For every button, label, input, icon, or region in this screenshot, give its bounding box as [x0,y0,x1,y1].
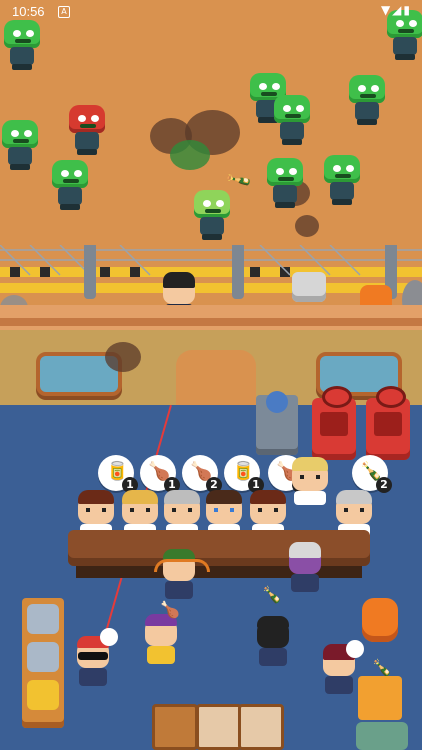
progress-timer-icon [346,640,364,658]
drumstick-grill-machine[interactable] [312,386,356,460]
status-bar: 10:56 A ▼◢▮ [0,0,422,24]
smoke-cloud [105,342,141,372]
soda-can-icon [27,642,59,672]
soda-machine[interactable] [256,391,298,455]
zombie[interactable] [322,155,362,207]
order-bubble: 🥫 1 [98,455,138,493]
clock: 10:56 [12,4,45,19]
egg-crate[interactable] [196,704,242,750]
order-bubble: 🍗 2 [182,455,222,493]
zombie-hooded[interactable] [67,105,107,157]
bottle-icon: 🍾 [262,585,282,604]
order-bubble: 🍗 1 [140,455,180,493]
customer[interactable] [288,455,332,505]
wall-edge [0,318,422,326]
shop-wall [0,330,422,405]
worker-chef[interactable] [284,538,326,594]
zombie[interactable] [265,158,305,210]
zombie[interactable] [2,20,42,72]
zombie[interactable] [347,75,387,127]
bottle-icon: 🍾 [372,658,392,677]
notification-icon: A [58,6,70,18]
battery-icon [27,680,59,710]
soda-shelf[interactable] [22,598,64,728]
zombie-exploding[interactable] [192,190,232,242]
sandbag-barrel [292,272,326,302]
smoke-cloud [295,215,319,237]
bottle-crate[interactable] [358,676,402,720]
drumstick-grill-machine[interactable] [366,386,410,460]
drumstick-icon: 🍗 [160,600,180,619]
fuel-barrel[interactable] [362,598,398,642]
system-icons: ▼◢▮ [380,3,412,17]
egg-crate[interactable] [238,704,284,750]
zombie[interactable] [0,120,40,172]
zombie[interactable] [272,95,312,147]
worker-cashier[interactable] [154,545,210,601]
order-bubble: 🍾 2 [352,455,392,493]
sunglasses-icon [78,652,108,660]
soda-can-icon [266,391,288,413]
doorway [176,350,256,405]
worker[interactable] [252,612,294,668]
order-bubble: 🥫 1 [224,455,264,493]
soda-can-icon [27,604,59,634]
cash-register[interactable] [356,722,408,750]
headphones-icon [154,559,210,572]
barricade-fence [0,245,422,299]
zombie[interactable] [50,160,90,212]
zombie-splat [170,140,210,170]
drumstick-crate[interactable] [152,704,198,750]
progress-timer-icon [100,628,118,646]
battlefield[interactable]: 🍾 ✸ [0,0,422,330]
